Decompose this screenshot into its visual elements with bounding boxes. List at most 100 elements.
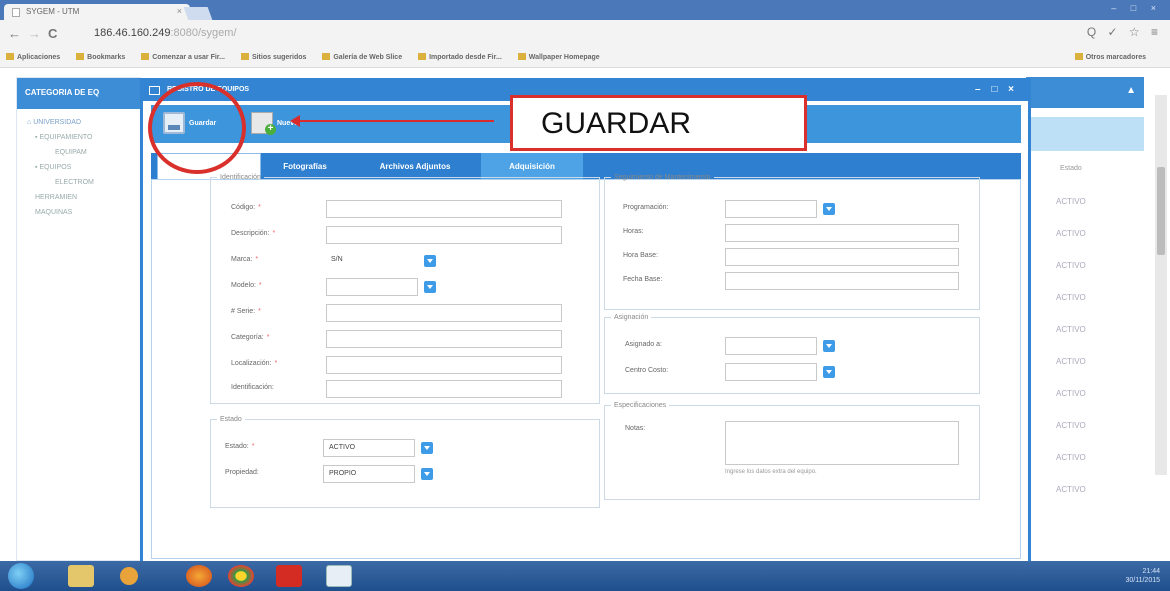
grid-cell[interactable]: ACTIVO [1026,380,1144,412]
reload-icon[interactable]: C [48,26,57,41]
start-button[interactable] [8,563,34,589]
bookmarks-bar: Aplicaciones Bookmarks Comenzar a usar F… [0,48,1170,68]
new-tab-button[interactable] [183,7,213,20]
estado-select[interactable]: ACTIVO [323,439,415,457]
dropdown-icon[interactable] [421,442,433,454]
programacion-select[interactable] [725,200,817,218]
bookmark-item[interactable]: Wallpaper Homepage [517,53,600,61]
bookmark-item[interactable]: Aplicaciones [6,53,60,61]
other-bookmarks[interactable]: Otros marcadores [1074,53,1146,61]
field-serie: # Serie: * [231,304,571,322]
grid-cell[interactable]: ACTIVO [1026,348,1144,380]
horas-input[interactable] [725,224,959,242]
bookmark-item[interactable]: Bookmarks [76,53,125,61]
serie-input[interactable] [326,304,562,322]
bookmark-item[interactable]: Galería de Web Slice [322,53,402,61]
window-controls[interactable]: – □ × [975,84,1018,95]
bookmark-item[interactable]: Comenzar a usar Fir... [141,53,225,61]
estado-fieldset: Estado Estado: * ACTIVO Propiedad: PROPIO [210,416,600,508]
identificacion-fieldset: Identificación Código: * Descripción: * Ma… [210,174,600,404]
grid-cell[interactable]: ACTIVO [1026,444,1144,476]
descripcion-input[interactable] [326,226,562,244]
page-scrollbar[interactable] [1155,95,1167,475]
identificacion-input[interactable] [326,380,562,398]
grid-cell[interactable]: ACTIVO [1026,284,1144,316]
firefox-icon[interactable] [186,565,212,587]
field-label: # Serie: * [231,308,261,315]
field-identificacion: Identificación: [231,380,571,398]
field-modelo: Modelo: * [231,278,571,296]
grid-cell[interactable]: ACTIVO [1026,252,1144,284]
grid-cell[interactable]: ACTIVO [1026,476,1144,508]
dropdown-icon[interactable] [421,468,433,480]
grid-cell[interactable]: ACTIVO [1026,188,1144,220]
asignacion-fieldset: Asignación Asignado a: Centro Costo: [604,314,980,394]
tree-node[interactable]: ELECTROM [27,175,140,190]
fieldset-legend: Identificación [220,174,261,181]
pdf-reader-icon[interactable] [276,565,302,587]
field-estado: Estado: * ACTIVO [225,439,565,457]
file-explorer-icon[interactable] [68,565,94,587]
collapse-icon[interactable]: ▲ [1026,77,1144,108]
system-tray[interactable]: 21:44 30/11/2015 [1125,567,1160,585]
dropdown-icon[interactable] [823,366,835,378]
bookmark-item[interactable]: Importado desde Fir... [418,53,502,61]
tree-node[interactable]: ⌂ UNIVERSIDAD [27,115,140,130]
column-header-estado[interactable]: Estado [1026,165,1144,172]
dropdown-icon[interactable] [823,340,835,352]
firefox-icon [141,53,150,60]
chrome-icon[interactable] [228,565,254,587]
page-icon [322,53,331,60]
url-field[interactable]: 186.46.160.249:8080/sygem/ [86,25,1086,43]
star-icon [76,53,85,60]
dropdown-icon[interactable] [424,281,436,293]
field-label: Código: * [231,204,261,211]
bookmark-item[interactable]: Sitios sugeridos [240,53,306,61]
arrow-head-icon [290,115,300,127]
grid-cell[interactable]: ACTIVO [1026,412,1144,444]
field-label: Estado: * [225,443,255,450]
tree-node[interactable]: EQUIPAM [27,145,140,160]
equipment-grid: ▲ Estado ACTIVO ACTIVO ACTIVO ACTIVO ACT… [1026,77,1144,561]
window-controls[interactable]: – □ × [1111,3,1162,13]
browser-actions[interactable]: Q ✓ ☆ ≡ [1087,25,1162,39]
field-notas: Notas: Ingrese los datos extra del equip… [625,421,965,481]
field-horas: Horas: [623,224,963,242]
address-bar-row: ← → C 186.46.160.249:8080/sygem/ Q ✓ ☆ ≡ [0,20,1170,48]
dropdown-icon[interactable] [823,203,835,215]
categoria-input[interactable] [326,330,562,348]
paint-icon[interactable] [326,565,352,587]
form-body: Identificación Código: * Descripción: * Ma… [151,174,1021,559]
propiedad-select[interactable]: PROPIO [323,465,415,483]
field-label: Asignado a: [625,341,662,348]
field-label: Horas: [623,228,644,235]
close-tab-icon[interactable]: × [177,6,182,16]
field-label: Propiedad: [225,469,259,476]
hora-base-input[interactable] [725,248,959,266]
tree-node[interactable]: HERRAMIEN [27,190,140,205]
modelo-select[interactable] [326,278,418,296]
fecha-base-input[interactable] [725,272,959,290]
apps-icon [6,53,14,60]
back-icon[interactable]: ← [8,26,21,41]
tree-node[interactable]: ▪ EQUIPOS [27,160,140,175]
media-player-icon[interactable] [120,567,138,585]
dropdown-icon[interactable] [424,255,436,267]
browser-tab[interactable]: SYGEM - UTM × [4,4,190,20]
centro-costo-select[interactable] [725,363,817,381]
notas-textarea[interactable] [725,421,959,465]
codigo-input[interactable] [326,200,562,218]
localizacion-input[interactable] [326,356,562,374]
field-label: Hora Base: [623,252,659,259]
asignado-select[interactable] [725,337,817,355]
scrollbar-thumb[interactable] [1157,167,1165,255]
forward-icon[interactable]: → [28,26,41,41]
grid-cell[interactable]: ACTIVO [1026,220,1144,252]
marca-select[interactable]: S/N [326,252,418,270]
grid-cell[interactable]: ACTIVO [1026,316,1144,348]
tree-node[interactable]: ▪ EQUIPAMIENTO [27,130,140,145]
tree-node[interactable]: MAQUINAS [27,205,140,220]
field-label: Identificación: [231,384,274,391]
add-icon: + [265,124,276,135]
windows-icon [517,53,526,60]
